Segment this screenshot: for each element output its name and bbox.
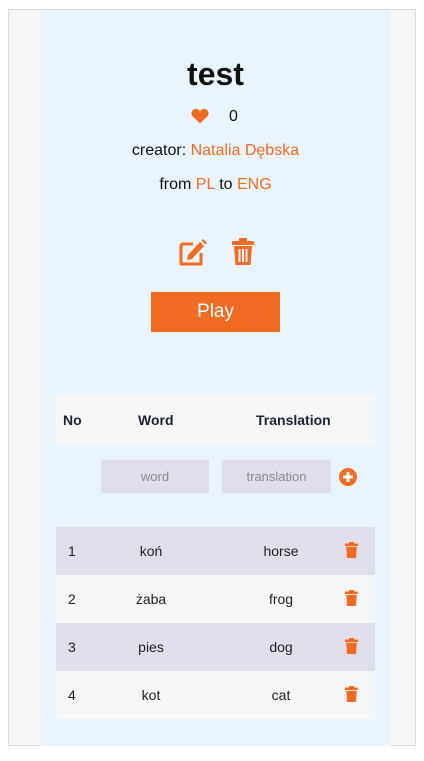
table-row: 3 pies dog: [56, 623, 375, 671]
row-translation: cat: [271, 687, 291, 703]
likes-count: 0: [229, 108, 238, 125]
table-header: No Word Translation: [56, 396, 375, 444]
header-word: Word: [138, 412, 174, 428]
row-translation: frog: [268, 591, 294, 607]
translation-input[interactable]: [222, 460, 331, 493]
header-no: No: [63, 412, 82, 428]
creator-label: creator:: [131, 142, 191, 159]
table-row: 4 kot cat: [56, 671, 375, 719]
row-number: 2: [68, 591, 76, 607]
row-word: pies: [138, 639, 164, 655]
row-word: koń: [139, 543, 163, 559]
row-translation: horse: [263, 543, 299, 559]
creator-line: creator: Natalia Dębska: [41, 140, 390, 162]
trash-icon[interactable]: [231, 238, 255, 266]
row-number: 3: [68, 639, 76, 655]
row-number: 1: [68, 543, 76, 559]
row-number: 4: [68, 687, 76, 703]
edit-icon[interactable]: [178, 238, 208, 266]
to-label: to: [214, 176, 237, 193]
add-word-row: [56, 454, 375, 494]
creator-name-link[interactable]: Natalia Dębska: [191, 142, 300, 159]
table-row: 2 żaba frog: [56, 575, 375, 623]
to-language: ENG: [237, 176, 272, 193]
trash-icon[interactable]: [345, 638, 358, 654]
trash-icon[interactable]: [345, 542, 358, 558]
word-input[interactable]: [101, 460, 209, 493]
from-label: from: [159, 176, 196, 193]
trash-icon[interactable]: [345, 686, 358, 702]
likes: 0: [41, 106, 390, 128]
heart-icon[interactable]: [191, 108, 209, 124]
row-word: kot: [141, 687, 161, 703]
play-button[interactable]: Play: [151, 292, 280, 332]
table-row: 1 koń horse: [56, 527, 375, 575]
set-title: test: [187, 56, 244, 92]
row-word: żaba: [135, 591, 167, 607]
header-translation: Translation: [256, 412, 331, 428]
from-language: PL: [195, 176, 215, 193]
language-line: from PL to ENG: [41, 174, 390, 196]
set-actions: [41, 238, 390, 268]
trash-icon[interactable]: [345, 590, 358, 606]
set-card: test 0 creator: Natalia Dębska from PL t…: [41, 10, 390, 746]
add-word-icon[interactable]: [339, 468, 357, 486]
row-translation: dog: [269, 639, 293, 655]
